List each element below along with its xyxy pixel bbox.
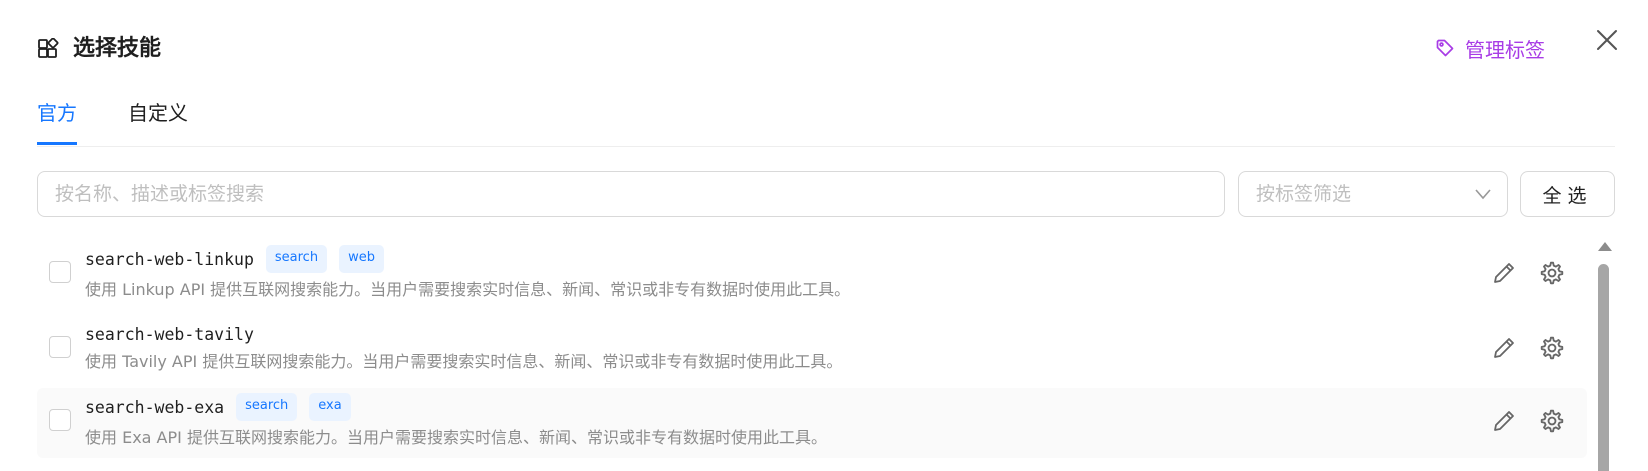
- pencil-icon: [1494, 338, 1514, 358]
- skill-row[interactable]: search-web-exa search exa 使用 Exa API 提供互…: [37, 388, 1587, 458]
- close-icon: [1597, 30, 1617, 50]
- skill-name: search-web-tavily: [85, 324, 254, 344]
- pencil-icon: [1494, 411, 1514, 431]
- apps-icon: [37, 37, 59, 60]
- dialog-header: 选择技能 管理标签: [37, 30, 1648, 70]
- tag-filter-select[interactable]: 按标签筛选: [1238, 171, 1508, 217]
- edit-button[interactable]: [1491, 408, 1517, 434]
- dialog-title: 选择技能: [73, 36, 162, 61]
- gear-icon: [1540, 409, 1564, 433]
- search-input[interactable]: [37, 171, 1225, 217]
- settings-button[interactable]: [1539, 260, 1565, 286]
- skill-tag: search: [265, 245, 328, 273]
- settings-button[interactable]: [1539, 335, 1565, 361]
- skill-checkbox[interactable]: [49, 336, 71, 358]
- skill-name-line: search-web-linkup search web: [85, 244, 396, 274]
- skill-tag: exa: [309, 393, 351, 421]
- tag-icon: [1436, 39, 1454, 57]
- skill-description: 使用 Exa API 提供互联网搜索能力。当用户需要搜索实时信息、新闻、常识或非…: [85, 428, 827, 447]
- tab-bar: 官方 自定义: [37, 96, 1615, 147]
- skill-name-line: search-web-exa search exa: [85, 392, 363, 422]
- select-skill-dialog: 选择技能 管理标签 官方 自定义 按标签筛选 全选: [0, 0, 1648, 471]
- tab-official[interactable]: 官方: [37, 96, 77, 145]
- skill-checkbox[interactable]: [49, 409, 71, 431]
- manage-tags-label: 管理标签: [1465, 37, 1545, 62]
- close-button[interactable]: [1595, 28, 1623, 56]
- skill-name: search-web-linkup: [85, 249, 254, 269]
- edit-button[interactable]: [1491, 335, 1517, 361]
- manage-tags-button[interactable]: 管理标签: [1435, 30, 1545, 66]
- skill-description: 使用 Tavily API 提供互联网搜索能力。当用户需要搜索实时信息、新闻、常…: [85, 352, 843, 371]
- gear-icon: [1540, 336, 1564, 360]
- skill-name: search-web-exa: [85, 397, 225, 417]
- tab-custom[interactable]: 自定义: [128, 96, 188, 145]
- gear-icon: [1540, 261, 1564, 285]
- skill-tag: web: [339, 245, 384, 273]
- skill-name-line: search-web-tavily: [85, 319, 266, 349]
- select-all-button[interactable]: 全选: [1520, 171, 1615, 217]
- skill-row[interactable]: search-web-linkup search web 使用 Linkup A…: [37, 240, 1587, 310]
- tag-filter-placeholder: 按标签筛选: [1256, 183, 1352, 205]
- skill-description: 使用 Linkup API 提供互联网搜索能力。当用户需要搜索实时信息、新闻、常…: [85, 280, 851, 299]
- scrollbar[interactable]: [1595, 240, 1612, 471]
- skill-tag: search: [236, 393, 298, 421]
- pencil-icon: [1494, 263, 1514, 283]
- skill-row[interactable]: search-web-tavily 使用 Tavily API 提供互联网搜索能…: [37, 315, 1587, 385]
- settings-button[interactable]: [1539, 408, 1565, 434]
- scroll-thumb[interactable]: [1598, 264, 1609, 471]
- skill-checkbox[interactable]: [49, 261, 71, 283]
- edit-button[interactable]: [1491, 260, 1517, 286]
- chevron-down-icon: [1475, 189, 1491, 200]
- scroll-up-arrow-icon[interactable]: [1598, 242, 1612, 251]
